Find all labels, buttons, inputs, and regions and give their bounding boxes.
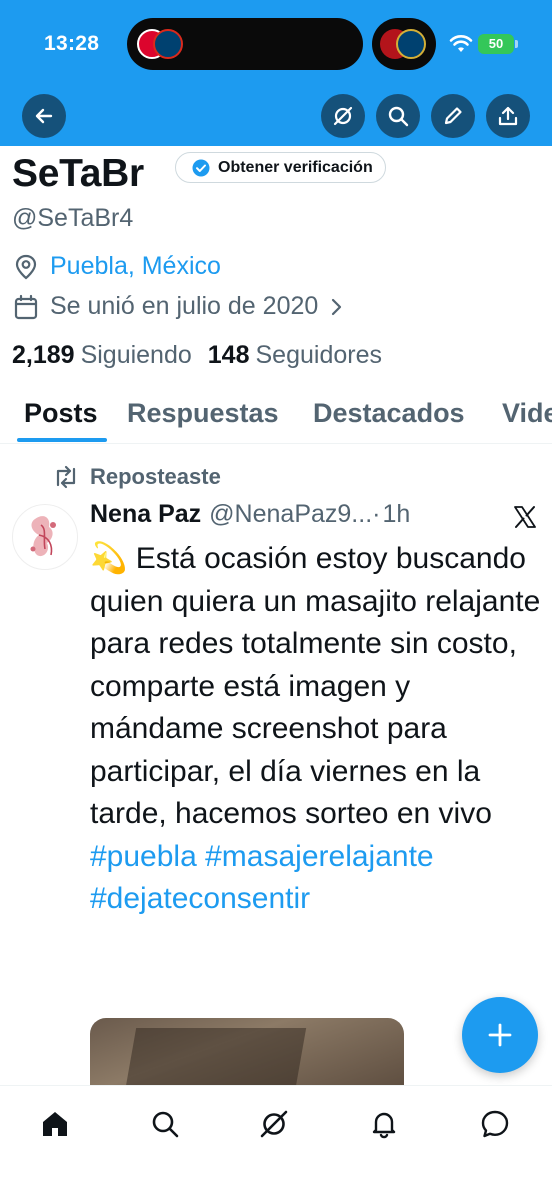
team-badge-icon — [396, 29, 426, 59]
message-icon — [481, 1110, 509, 1138]
back-button[interactable] — [22, 94, 66, 138]
follow-stats: 2,189 Siguiendo 148 Seguidores — [12, 341, 392, 370]
avatar-illustration — [30, 516, 56, 557]
author-handle[interactable]: @NenaPaz9... — [209, 500, 372, 529]
following-count[interactable]: 2,189 — [12, 341, 75, 370]
joined-label: Se unió en julio de 2020 — [50, 292, 319, 320]
repost-label: Reposteaste — [90, 464, 221, 489]
nav-home[interactable] — [35, 1104, 75, 1144]
pencil-icon — [444, 107, 462, 125]
share-icon — [498, 106, 518, 126]
x-logo-icon[interactable] — [512, 504, 538, 530]
nav-notifications[interactable] — [364, 1104, 404, 1144]
arrow-left-icon — [35, 108, 53, 124]
hashtag-link[interactable]: #dejateconsentir — [90, 882, 310, 915]
profile-location: Puebla, México — [12, 252, 221, 281]
profile-joined[interactable]: Se unió en julio de 2020 — [12, 292, 344, 321]
location-pin-icon — [15, 254, 37, 279]
grok-button[interactable] — [321, 94, 365, 138]
team-badge-icon — [153, 29, 183, 59]
live-activity — [372, 18, 436, 70]
battery-tip — [515, 40, 518, 48]
profile-handle: @SeTaBr4 — [12, 204, 134, 232]
profile-name: SeTaBr — [12, 152, 144, 195]
location-link[interactable]: Puebla, México — [50, 252, 221, 281]
hashtag-link[interactable]: #masajerelajante — [205, 840, 433, 873]
grok-icon — [260, 1110, 288, 1138]
search-button[interactable] — [376, 94, 420, 138]
nav-search[interactable] — [145, 1104, 185, 1144]
dynamic-island — [127, 18, 363, 70]
plus-icon — [488, 1023, 512, 1047]
post-text-body: Está ocasión estoy buscando quien quiera… — [90, 542, 541, 830]
post-text: 💫 Está ocasión estoy buscando quien quie… — [90, 538, 542, 921]
repost-indicator: Reposteaste — [52, 464, 221, 490]
search-icon — [152, 1111, 179, 1138]
get-verified-label: Obtener verificación — [218, 158, 373, 176]
post-separator: · — [372, 500, 381, 528]
media-shape — [123, 1028, 307, 1088]
bell-icon — [372, 1112, 396, 1139]
nav-messages[interactable] — [475, 1104, 515, 1144]
status-time: 13:28 — [44, 32, 100, 55]
post-header: Nena Paz @NenaPaz9... · 1h — [90, 500, 410, 529]
home-icon — [43, 1112, 67, 1136]
profile-tabs: Posts Respuestas Destacados Vide — [0, 392, 552, 444]
following-label[interactable]: Siguiendo — [81, 341, 192, 370]
bottom-nav — [0, 1085, 552, 1200]
slash-circle-icon — [333, 106, 353, 126]
chevron-right-icon — [332, 298, 342, 315]
wifi-icon — [449, 35, 473, 52]
active-tab-indicator — [17, 438, 107, 442]
share-button[interactable] — [486, 94, 530, 138]
author-avatar[interactable] — [12, 504, 78, 570]
search-icon — [388, 106, 409, 127]
followers-label[interactable]: Seguidores — [256, 341, 382, 370]
calendar-icon — [14, 294, 38, 319]
author-name[interactable]: Nena Paz — [90, 500, 201, 529]
tab-highlights[interactable]: Destacados — [313, 398, 465, 429]
hashtag-link[interactable]: #puebla — [90, 840, 197, 873]
post-media[interactable] — [90, 1018, 404, 1088]
sparkle-emoji: 💫 — [90, 542, 128, 575]
battery-indicator: 50 — [478, 34, 514, 54]
repost-icon — [56, 465, 76, 489]
tab-replies[interactable]: Respuestas — [127, 398, 279, 429]
tab-videos[interactable]: Vide — [502, 398, 552, 429]
verified-badge-icon — [192, 159, 210, 176]
followers-count[interactable]: 148 — [208, 341, 250, 370]
get-verified-button[interactable]: Obtener verificación — [175, 152, 386, 183]
compose-button[interactable] — [462, 997, 538, 1073]
nav-grok[interactable] — [254, 1104, 294, 1144]
tab-posts[interactable]: Posts — [24, 398, 98, 429]
edit-button[interactable] — [431, 94, 475, 138]
post-time: 1h — [382, 500, 411, 528]
